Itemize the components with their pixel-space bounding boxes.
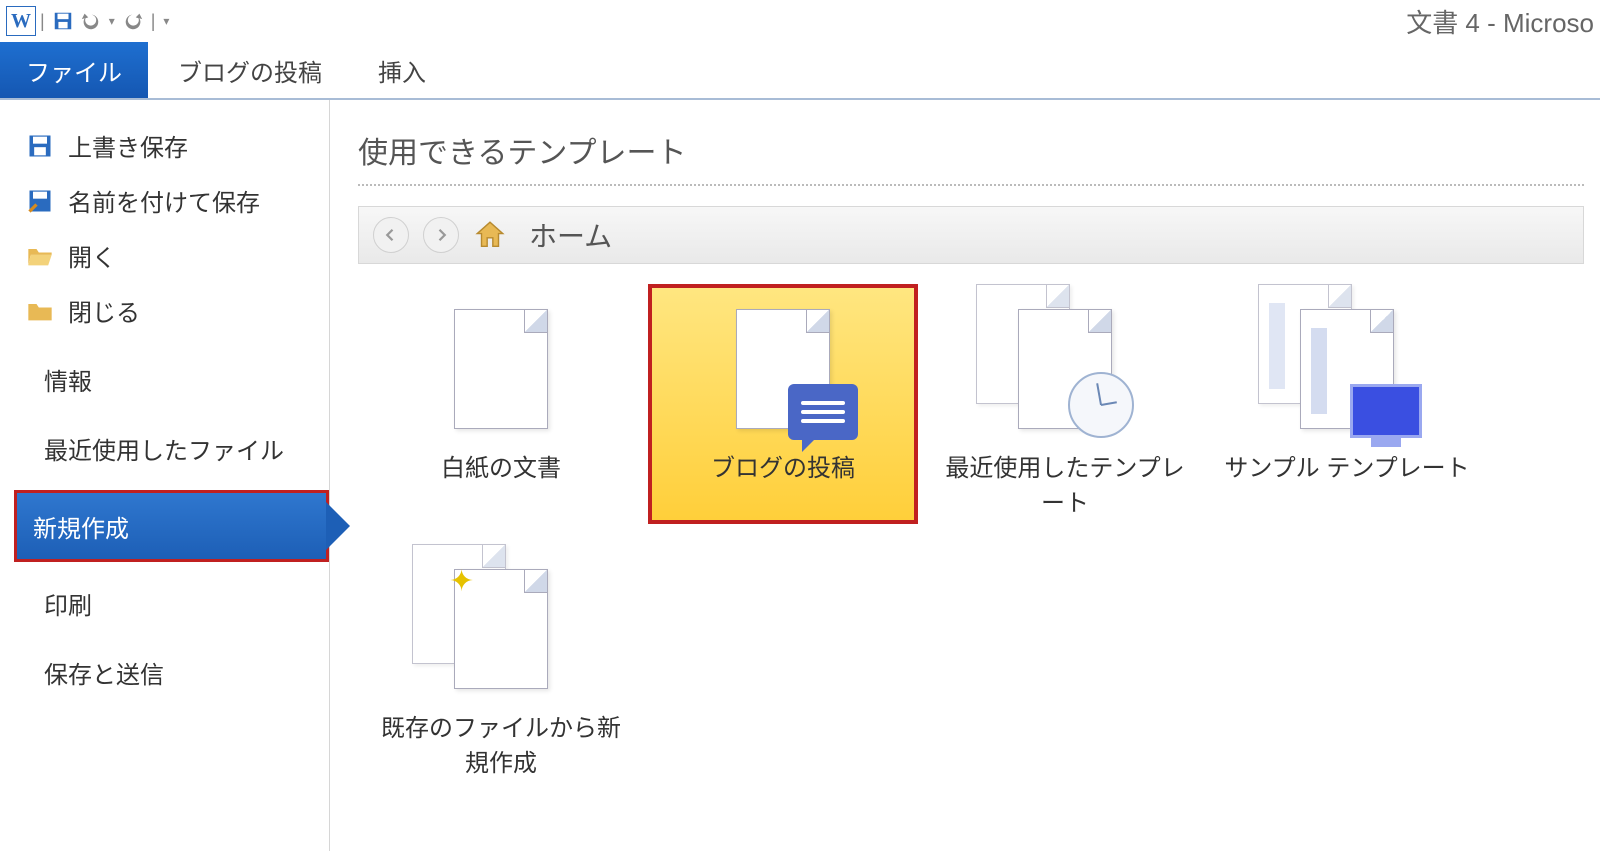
- backstage-item-save-as[interactable]: 名前を付けて保存: [0, 173, 329, 228]
- sample-templates-icon: [1272, 294, 1422, 444]
- backstage-item-label: 新規作成: [33, 509, 129, 544]
- template-label: 白紙の文書: [441, 448, 561, 483]
- clock-icon: [1068, 372, 1134, 438]
- qat-dropdown-caret[interactable]: ▾: [109, 14, 115, 28]
- blog-post-icon: [708, 294, 858, 444]
- qat-customize-caret[interactable]: ▾: [163, 14, 169, 28]
- blank-document-icon: [426, 294, 576, 444]
- home-icon[interactable]: [473, 218, 507, 252]
- quick-access-toolbar: W | ▾ | ▾ 文書 4 - Microso: [0, 0, 1600, 42]
- backstage-item-print[interactable]: 印刷: [0, 576, 329, 631]
- backstage-item-label: 開く: [68, 238, 116, 273]
- backstage-item-save[interactable]: 上書き保存: [0, 118, 329, 173]
- arrow-right-icon: [432, 226, 450, 244]
- recent-templates-icon: [990, 294, 1140, 444]
- backstage-menu: 上書き保存 名前を付けて保存 開く 閉じる 情報 最近使用したファイル 新規作成…: [0, 100, 330, 851]
- backstage-item-open[interactable]: 開く: [0, 228, 329, 283]
- qat-save-button[interactable]: [49, 7, 77, 35]
- backstage-view: 上書き保存 名前を付けて保存 開く 閉じる 情報 最近使用したファイル 新規作成…: [0, 100, 1600, 851]
- backstage-item-label: 情報: [44, 362, 92, 397]
- templates-panel: 使用できるテンプレート ホーム 白紙の文書: [330, 100, 1600, 851]
- arrow-left-icon: [382, 226, 400, 244]
- save-icon: [52, 10, 74, 32]
- template-recent-templates[interactable]: 最近使用したテンプレート: [930, 284, 1200, 524]
- save-as-icon: [26, 187, 54, 215]
- folder-close-icon: [26, 297, 54, 325]
- qat-separator: |: [40, 11, 45, 32]
- template-blog-post[interactable]: ブログの投稿: [648, 284, 918, 524]
- template-blank-document[interactable]: 白紙の文書: [366, 284, 636, 524]
- monitor-icon: [1350, 384, 1422, 438]
- template-label: 既存のファイルから新規作成: [372, 708, 630, 778]
- backstage-item-save-send[interactable]: 保存と送信: [0, 645, 329, 700]
- folder-open-icon: [26, 242, 54, 270]
- sparkle-icon: ✦: [449, 564, 474, 599]
- nav-forward-button[interactable]: [423, 217, 459, 253]
- word-app-icon[interactable]: W: [6, 6, 36, 36]
- comment-bubble-icon: [788, 384, 858, 440]
- qat-redo-button[interactable]: [119, 7, 147, 35]
- backstage-item-recent[interactable]: 最近使用したファイル: [0, 421, 329, 476]
- redo-icon: [122, 10, 144, 32]
- breadcrumb-home[interactable]: ホーム: [529, 215, 612, 255]
- backstage-item-label: 印刷: [44, 586, 92, 621]
- backstage-item-close[interactable]: 閉じる: [0, 283, 329, 338]
- new-from-existing-icon: ✦: [426, 554, 576, 704]
- save-icon: [26, 132, 54, 160]
- backstage-item-label: 上書き保存: [68, 128, 188, 163]
- tab-insert[interactable]: 挿入: [352, 42, 452, 98]
- tab-file[interactable]: ファイル: [0, 42, 148, 98]
- backstage-item-info[interactable]: 情報: [0, 352, 329, 407]
- backstage-item-label: 最近使用したファイル: [44, 431, 284, 466]
- qat-separator-2: |: [151, 11, 156, 32]
- template-label: ブログの投稿: [711, 448, 855, 483]
- template-label: 最近使用したテンプレート: [936, 448, 1194, 518]
- templates-nav: ホーム: [358, 206, 1584, 264]
- template-new-from-existing[interactable]: ✦ 既存のファイルから新規作成: [366, 544, 636, 784]
- qat-undo-button[interactable]: [77, 7, 105, 35]
- templates-grid: 白紙の文書 ブログの投稿 最近使用したテンプレート: [358, 264, 1600, 784]
- backstage-item-label: 名前を付けて保存: [68, 183, 260, 218]
- template-label: サンプル テンプレート: [1224, 448, 1469, 483]
- backstage-item-label: 閉じる: [68, 293, 140, 328]
- window-title: 文書 4 - Microso: [1406, 0, 1600, 42]
- nav-back-button[interactable]: [373, 217, 409, 253]
- ribbon-tabs: ファイル ブログの投稿 挿入: [0, 42, 1600, 100]
- template-sample-templates[interactable]: サンプル テンプレート: [1212, 284, 1482, 524]
- backstage-item-label: 保存と送信: [44, 655, 164, 690]
- tab-blog-post[interactable]: ブログの投稿: [148, 42, 352, 98]
- backstage-item-new[interactable]: 新規作成: [14, 490, 329, 562]
- undo-icon: [80, 10, 102, 32]
- panel-title: 使用できるテンプレート: [358, 128, 1584, 186]
